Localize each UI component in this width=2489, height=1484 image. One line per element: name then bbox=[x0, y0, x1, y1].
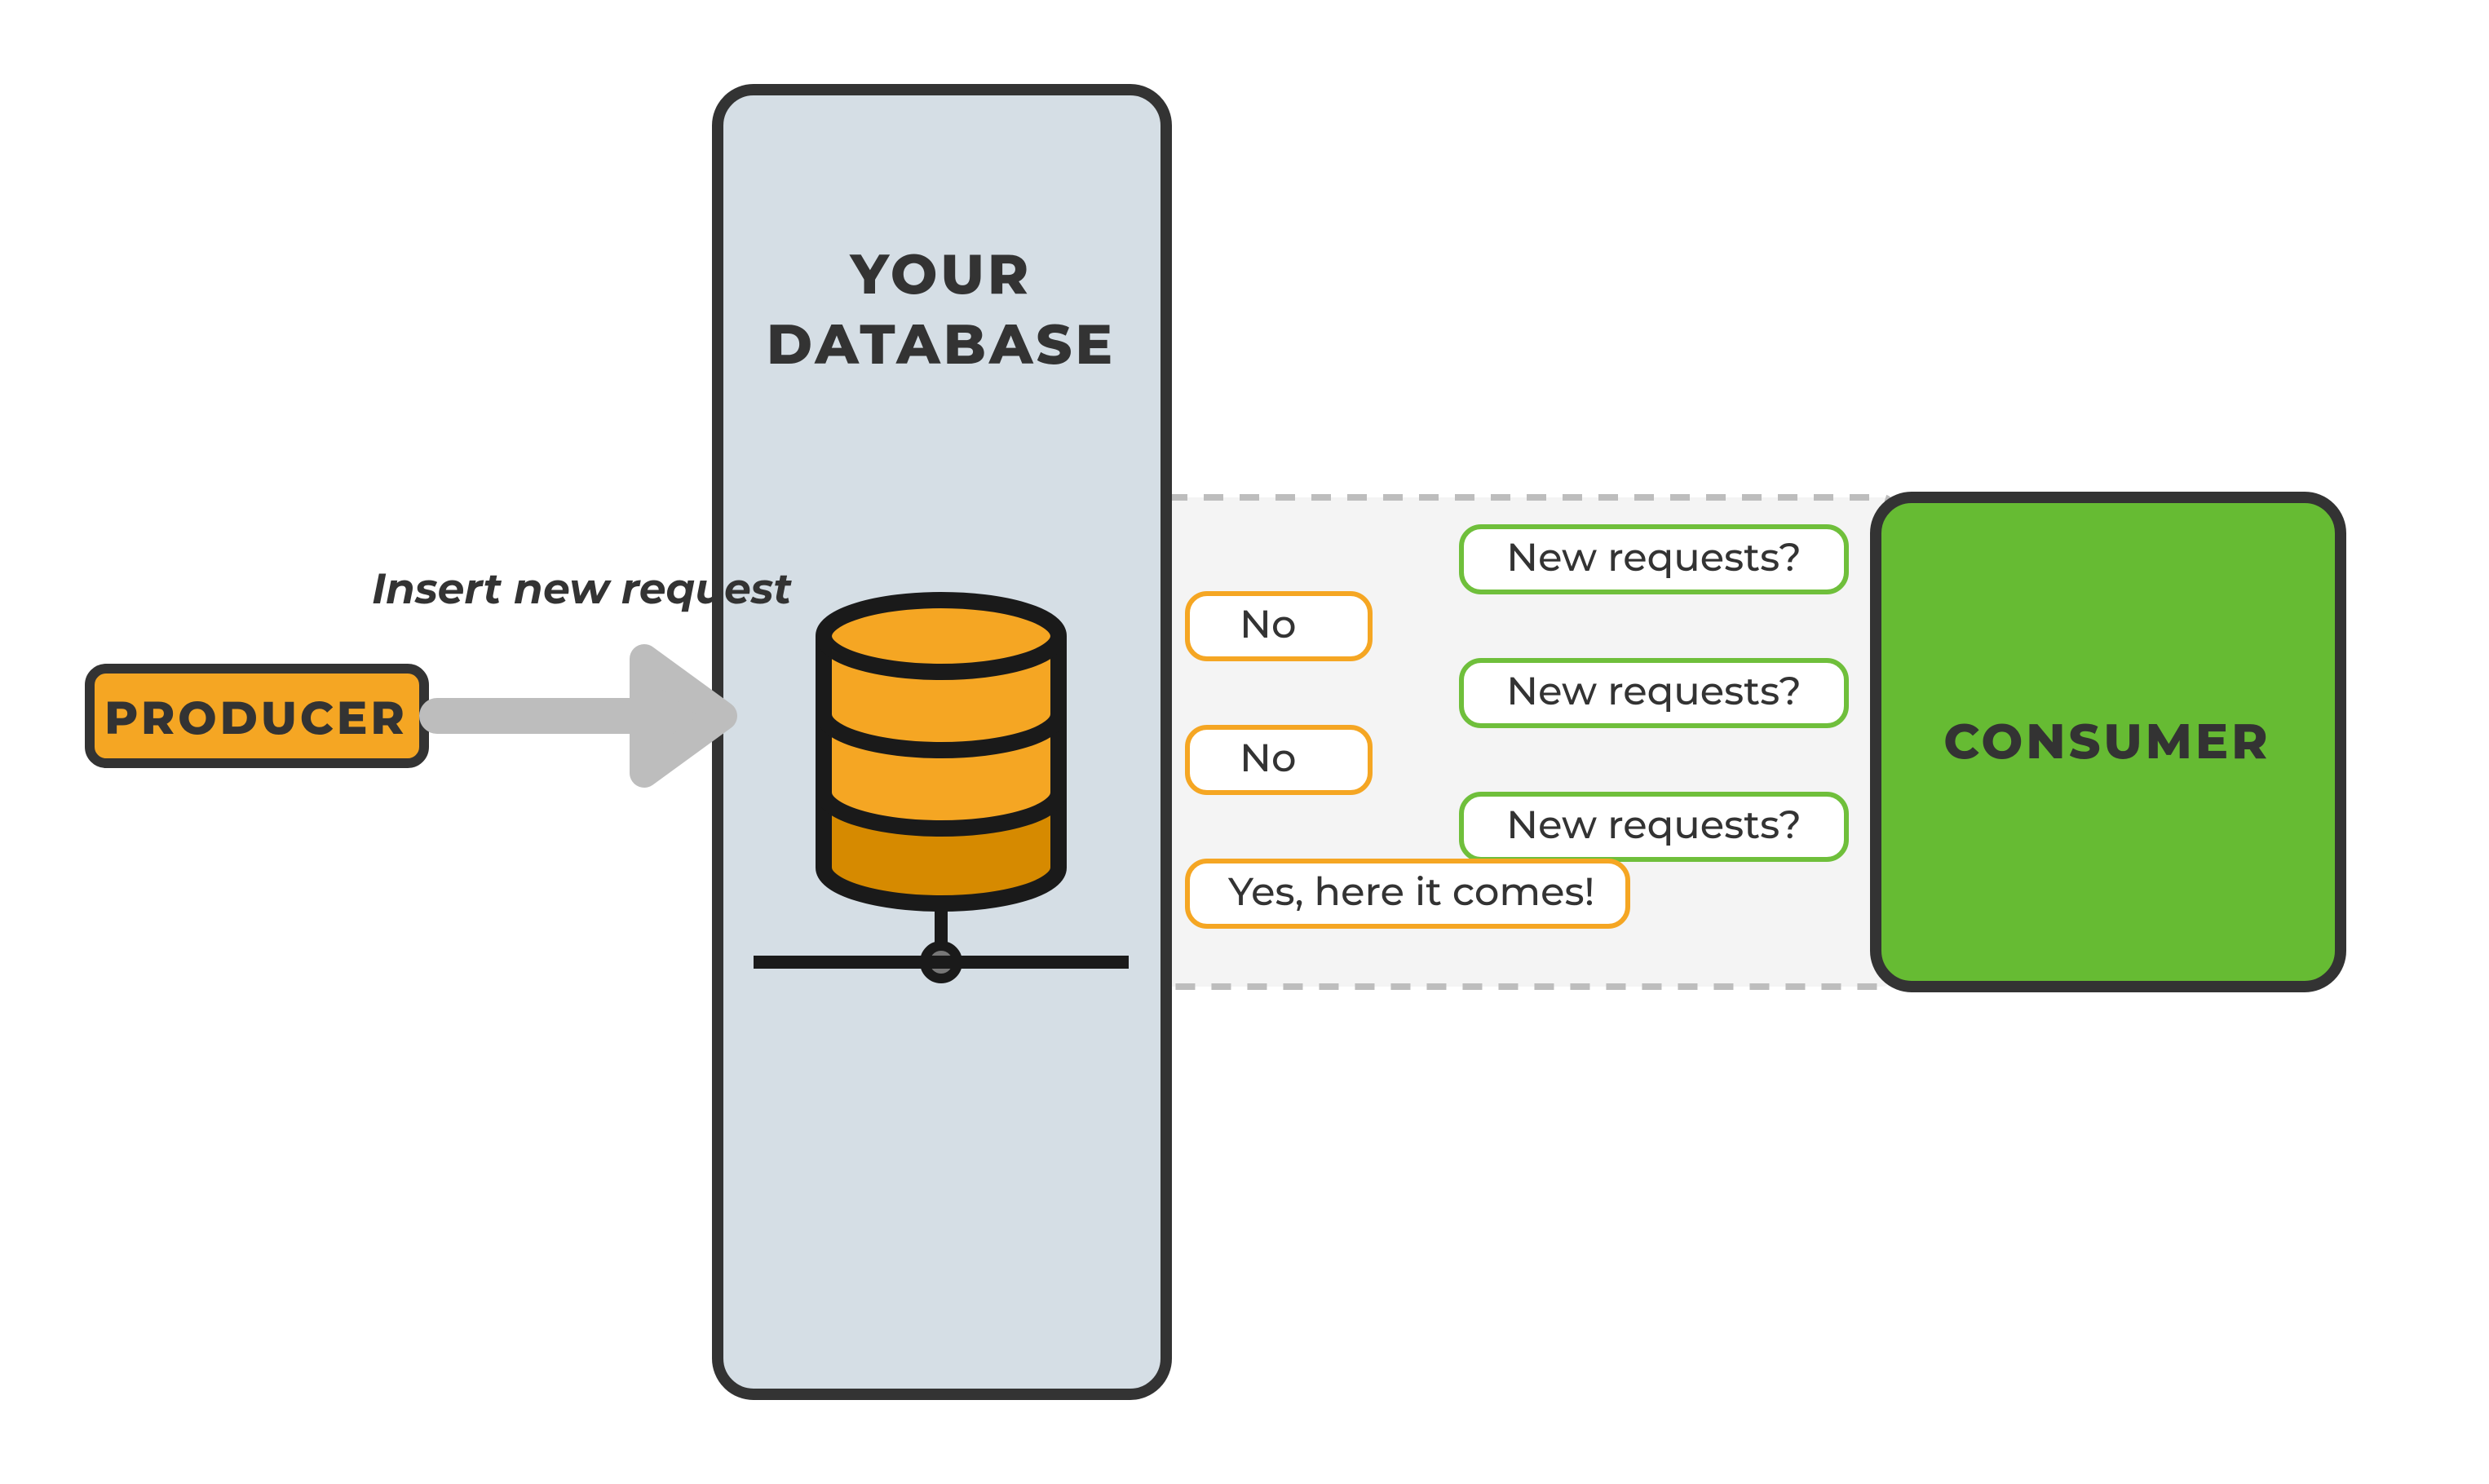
svg-text:New requests?: New requests? bbox=[1506, 802, 1802, 849]
bubble-ask-2: New requests? bbox=[1461, 660, 1846, 726]
producer-label: PRODUCER bbox=[104, 691, 408, 746]
bubble-ask-1: New requests? bbox=[1461, 527, 1846, 592]
diagram-canvas: YOUR DATABASE PRODUCER bbox=[0, 0, 2489, 1484]
bubble-ans-1: No bbox=[1187, 594, 1370, 659]
database-panel: YOUR DATABASE bbox=[718, 90, 1166, 1394]
svg-text:No: No bbox=[1240, 601, 1296, 648]
insert-arrow bbox=[437, 659, 723, 773]
bubble-ans-2: No bbox=[1187, 727, 1370, 793]
svg-text:New requests?: New requests? bbox=[1506, 534, 1802, 581]
producer-node: PRODUCER bbox=[90, 669, 424, 763]
consumer-node: CONSUMER bbox=[1876, 497, 2341, 987]
bubble-ans-3: Yes, here it comes! bbox=[1187, 861, 1628, 926]
bubble-ask-3: New requests? bbox=[1461, 794, 1846, 859]
svg-text:Yes, here it comes!: Yes, here it comes! bbox=[1227, 868, 1594, 916]
insert-edge-label: Insert new request bbox=[372, 563, 792, 615]
database-title-line2: DATABASE bbox=[767, 311, 1116, 378]
consumer-label: CONSUMER bbox=[1943, 712, 2270, 771]
svg-text:New requests?: New requests? bbox=[1506, 668, 1802, 715]
svg-text:No: No bbox=[1240, 735, 1296, 782]
database-title-line1: YOUR bbox=[849, 241, 1032, 308]
